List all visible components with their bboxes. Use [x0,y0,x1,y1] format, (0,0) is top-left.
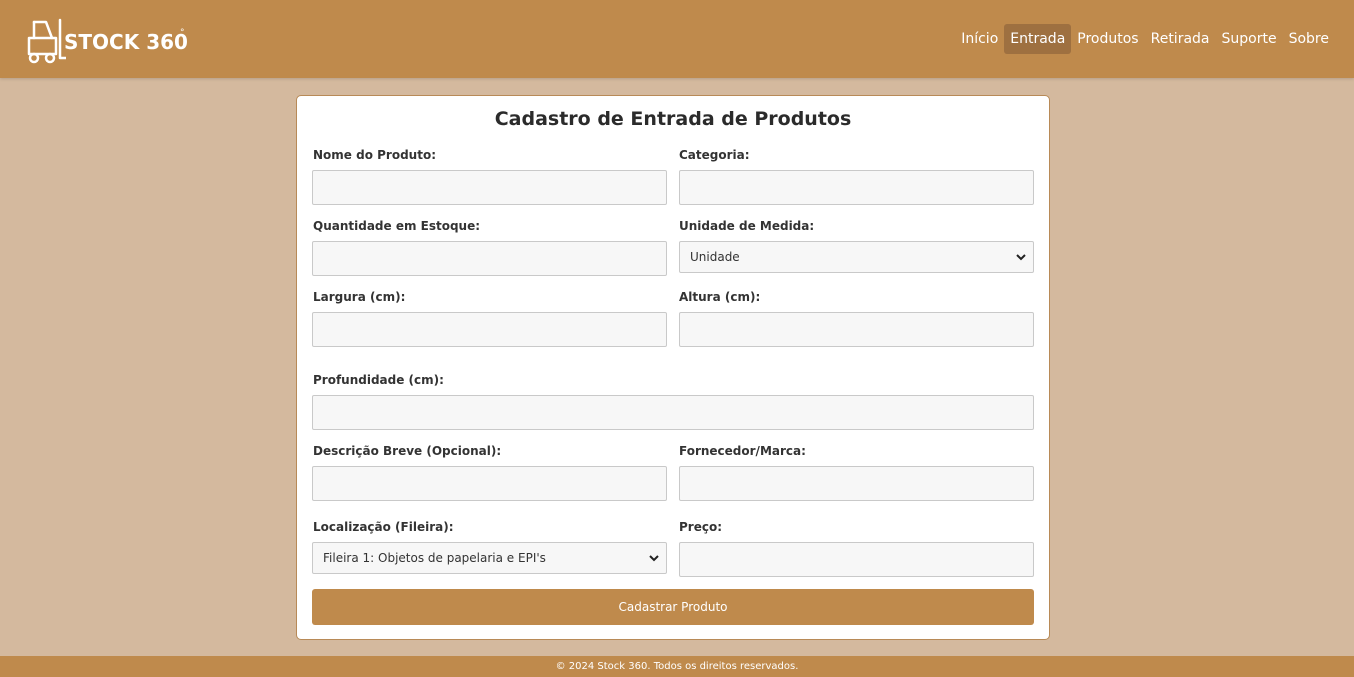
nome-input[interactable] [312,170,667,205]
unidade-select[interactable]: Unidade [679,241,1034,273]
localizacao-select-value: Fileira 1: Objetos de papelaria e EPI's [323,551,546,565]
nav-item-suporte[interactable]: Suporte [1216,24,1283,54]
preco-input[interactable] [679,542,1034,577]
main-nav: Início Entrada Produtos Retirada Suporte… [955,23,1335,55]
nav-item-entrada[interactable]: Entrada [1004,24,1072,54]
nav-item-retirada[interactable]: Retirada [1145,24,1216,54]
cadastrar-produto-button[interactable]: Cadastrar Produto [312,589,1034,625]
descricao-label: Descrição Breve (Opcional): [313,444,502,458]
nome-label: Nome do Produto: [313,148,436,162]
brand-degree: ° [180,28,185,38]
profundidade-input[interactable] [312,395,1034,430]
chevron-down-icon [649,555,659,562]
localizacao-label: Localização (Fileira): [313,520,454,534]
descricao-input[interactable] [312,466,667,501]
nav-item-inicio[interactable]: Início [955,24,1004,54]
nav-item-produtos[interactable]: Produtos [1071,24,1144,54]
brand-name: STOCK 360 [64,30,188,54]
categoria-label: Categoria: [679,148,750,162]
fornecedor-input[interactable] [679,466,1034,501]
preco-label: Preço: [679,520,723,534]
unidade-select-value: Unidade [690,250,740,264]
localizacao-select[interactable]: Fileira 1: Objetos de papelaria e EPI's [312,542,667,574]
footer-text: © 2024 Stock 360. Todos os direitos rese… [555,661,799,672]
altura-label: Altura (cm): [679,290,761,304]
nav-item-sobre[interactable]: Sobre [1283,24,1335,54]
fornecedor-label: Fornecedor/Marca: [679,444,806,458]
unidade-label: Unidade de Medida: [679,219,815,233]
chevron-down-icon [1016,254,1026,261]
largura-input[interactable] [312,312,667,347]
forklift-icon [27,18,66,64]
largura-label: Largura (cm): [313,290,406,304]
quantidade-label: Quantidade em Estoque: [313,219,481,233]
categoria-input[interactable] [679,170,1034,205]
quantidade-input[interactable] [312,241,667,276]
altura-input[interactable] [679,312,1034,347]
brand-logo[interactable]: STOCK 360 ° [26,18,188,64]
product-entry-form: Cadastro de Entrada de Produtos Nome do … [296,95,1050,640]
form-title: Cadastro de Entrada de Produtos [494,108,852,130]
page-footer: © 2024 Stock 360. Todos os direitos rese… [0,656,1354,677]
top-header: STOCK 360 ° Início Entrada Produtos Reti… [0,0,1354,78]
profundidade-label: Profundidade (cm): [313,373,444,387]
